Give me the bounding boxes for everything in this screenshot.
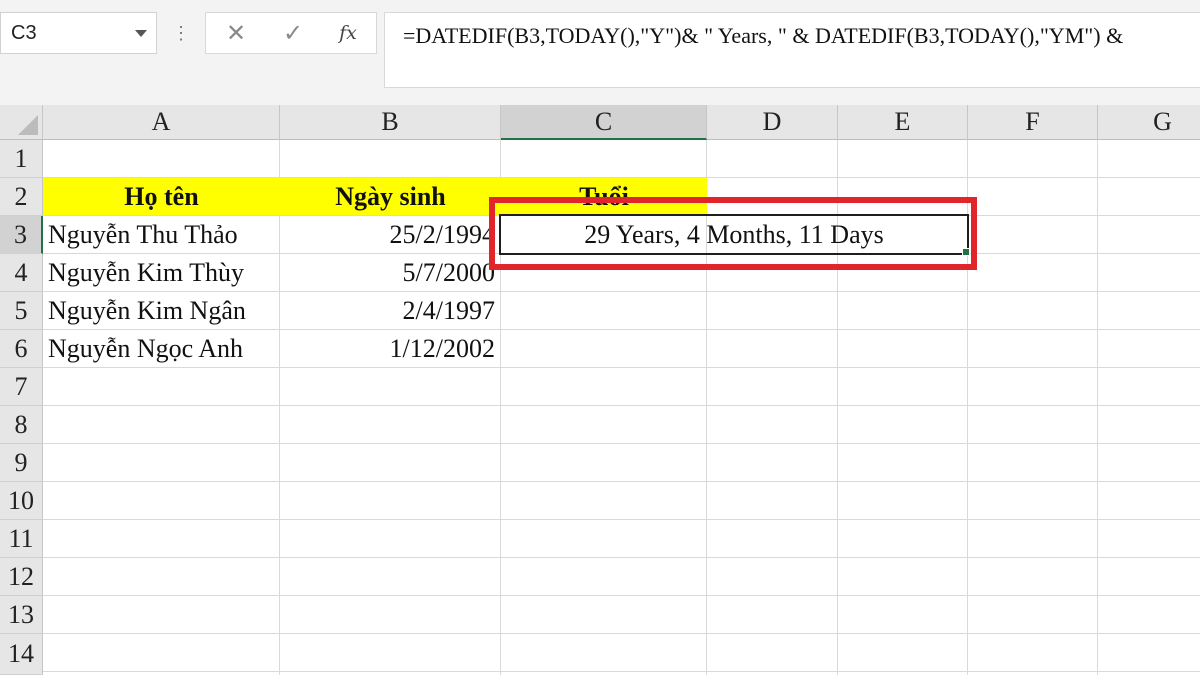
column-header-c[interactable]: C [501, 105, 707, 140]
cell-a2[interactable]: Họ tên [43, 178, 280, 215]
gridline [43, 519, 1200, 520]
cell-b4[interactable]: 5/7/2000 [280, 254, 501, 291]
column-header-a[interactable]: A [43, 105, 280, 140]
row-header-12[interactable]: 12 [0, 558, 43, 596]
row-header-1[interactable]: 1 [0, 140, 43, 178]
vertical-dots-icon[interactable]: ⋮ [172, 20, 190, 48]
row-header-9[interactable]: 9 [0, 444, 43, 482]
formula-buttons: ✕ ✓ fx [205, 12, 377, 54]
formula-input[interactable]: =DATEDIF(B3,TODAY(),"Y")& " Years, " & D… [384, 12, 1200, 88]
cell-a6[interactable]: Nguyễn Ngọc Anh [43, 330, 280, 367]
row-header-13[interactable]: 13 [0, 596, 43, 634]
gridline [43, 367, 1200, 368]
cell-a3[interactable]: Nguyễn Thu Thảo [43, 216, 280, 253]
gridline [43, 443, 1200, 444]
row-header-6[interactable]: 6 [0, 330, 43, 368]
enter-icon[interactable]: ✓ [273, 13, 313, 53]
insert-function-icon[interactable]: fx [328, 13, 368, 53]
gridline [43, 595, 1200, 596]
row-header-10[interactable]: 10 [0, 482, 43, 520]
row-header-11[interactable]: 11 [0, 520, 43, 558]
column-header-b[interactable]: B [280, 105, 501, 140]
cancel-icon[interactable]: ✕ [216, 13, 256, 53]
cell-a5[interactable]: Nguyễn Kim Ngân [43, 292, 280, 329]
row-header-14[interactable]: 14 [0, 634, 43, 675]
name-box-value[interactable]: C3 [1, 22, 135, 45]
cell-a4[interactable]: Nguyễn Kim Thùy [43, 254, 280, 291]
column-header-g[interactable]: G [1098, 105, 1200, 140]
cell-b5[interactable]: 2/4/1997 [280, 292, 501, 329]
row-header-4[interactable]: 4 [0, 254, 43, 292]
row-header-8[interactable]: 8 [0, 406, 43, 444]
chevron-down-icon[interactable] [135, 29, 147, 37]
select-all-button[interactable] [0, 105, 43, 140]
cell-b3[interactable]: 25/2/1994 [280, 216, 501, 253]
name-box[interactable]: C3 [0, 12, 157, 54]
gridline [43, 633, 1200, 634]
row-header-2[interactable]: 2 [0, 178, 43, 216]
formula-text[interactable]: =DATEDIF(B3,TODAY(),"Y")& " Years, " & D… [403, 23, 1123, 49]
row-header-5[interactable]: 5 [0, 292, 43, 330]
column-header-e[interactable]: E [838, 105, 968, 140]
column-header-d[interactable]: D [707, 105, 838, 140]
gridline [43, 405, 1200, 406]
highlight-box [489, 197, 977, 270]
gridline [43, 557, 1200, 558]
gridline [1097, 140, 1098, 675]
gridline [43, 671, 1200, 672]
row-header-3[interactable]: 3 [0, 216, 43, 254]
cell-b2[interactable]: Ngày sinh [280, 178, 501, 215]
row-header-7[interactable]: 7 [0, 368, 43, 406]
gridline [43, 481, 1200, 482]
column-header-f[interactable]: F [968, 105, 1098, 140]
cell-b6[interactable]: 1/12/2002 [280, 330, 501, 367]
